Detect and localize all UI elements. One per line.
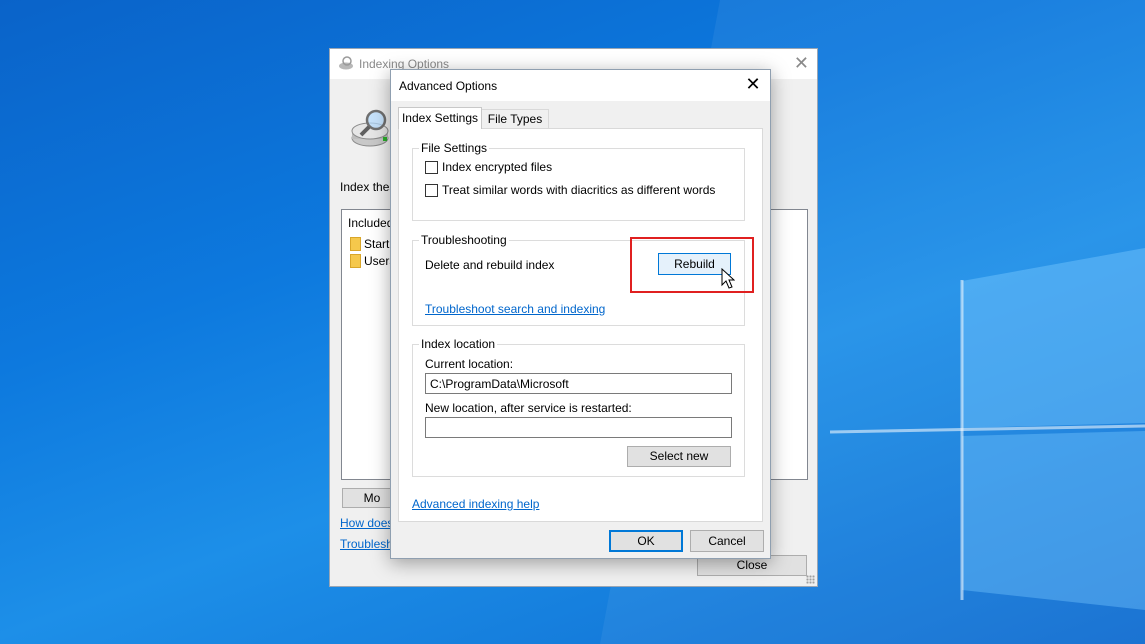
tab-index-settings[interactable]: Index Settings xyxy=(398,107,482,129)
current-location-field[interactable]: C:\ProgramData\Microsoft xyxy=(425,373,732,394)
diacritics-checkbox[interactable]: Treat similar words with diacritics as d… xyxy=(425,183,715,197)
bg-close-icon[interactable]: ✕ xyxy=(794,53,809,74)
list-item[interactable]: Start xyxy=(350,237,389,251)
dialog-title: Advanced Options xyxy=(399,79,498,93)
folder-icon xyxy=(350,254,361,268)
select-new-button[interactable]: Select new xyxy=(627,446,731,467)
index-location-legend: Index location xyxy=(419,337,498,351)
advanced-indexing-help-link[interactable]: Advanced indexing help xyxy=(412,497,539,511)
rebuild-highlight-box xyxy=(630,237,754,293)
checkbox-box[interactable] xyxy=(425,183,438,197)
tab-file-types[interactable]: File Types xyxy=(481,109,549,128)
included-header: Included xyxy=(348,216,394,230)
new-location-field[interactable] xyxy=(425,417,732,438)
advanced-options-dialog: Advanced Options ✕ Index Settings File T… xyxy=(390,69,771,559)
checkbox-box[interactable] xyxy=(425,160,438,174)
indexing-large-icon xyxy=(350,107,394,152)
index-encrypted-checkbox[interactable]: Index encrypted files xyxy=(425,160,552,174)
resize-grip[interactable] xyxy=(806,575,815,584)
troubleshooting-legend: Troubleshooting xyxy=(419,233,509,247)
new-location-label: New location, after service is restarted… xyxy=(425,401,632,415)
list-item[interactable]: Users xyxy=(350,254,395,268)
troubleshoot-search-link[interactable]: Troubleshoot search and indexing xyxy=(425,302,605,316)
cancel-button[interactable]: Cancel xyxy=(690,530,764,552)
dialog-titlebar: Advanced Options ✕ xyxy=(391,70,770,101)
delete-rebuild-label: Delete and rebuild index xyxy=(425,258,555,272)
close-icon[interactable]: ✕ xyxy=(742,73,764,97)
ok-button[interactable]: OK xyxy=(609,530,683,552)
file-settings-group: File Settings Index encrypted files Trea… xyxy=(412,141,745,221)
mouse-cursor-icon xyxy=(721,267,736,293)
indexing-icon xyxy=(338,56,354,70)
tab-panel: File Settings Index encrypted files Trea… xyxy=(398,128,763,522)
bg-index-label: Index thes xyxy=(340,180,396,194)
folder-icon xyxy=(350,237,361,251)
current-location-label: Current location: xyxy=(425,357,514,371)
file-settings-legend: File Settings xyxy=(419,141,490,155)
index-location-group: Index location Current location: C:\Prog… xyxy=(412,337,745,477)
how-does-link[interactable]: How does xyxy=(340,516,393,530)
